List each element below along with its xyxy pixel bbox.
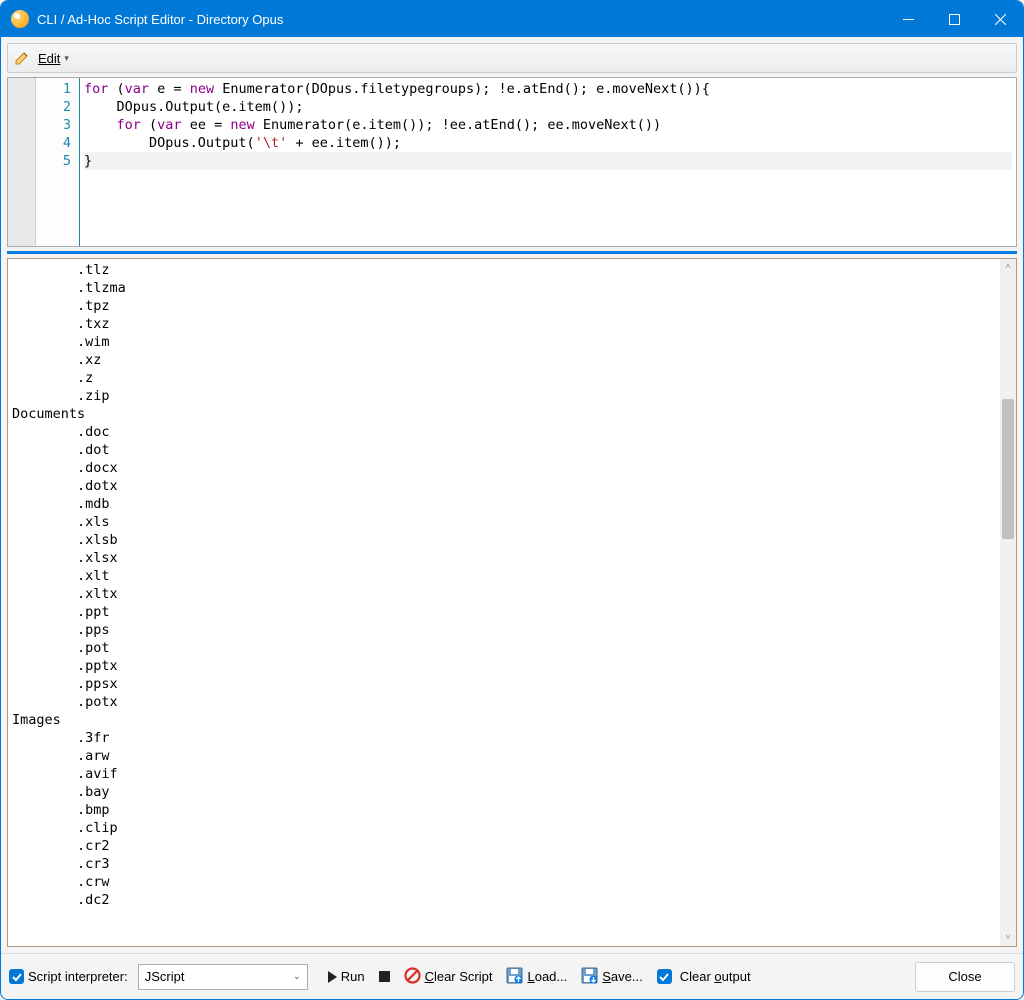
run-button[interactable]: Run — [328, 969, 365, 984]
output-text: .tlz .tlzma .tpz .txz .wim .xz .z .zip D… — [8, 259, 1000, 946]
output-pane[interactable]: .tlz .tlzma .tpz .txz .wim .xz .z .zip D… — [7, 258, 1017, 947]
disk-load-icon — [506, 967, 523, 987]
clear-script-label: Clear Script — [425, 969, 493, 984]
chevron-down-icon: ▾ — [64, 53, 69, 64]
output-scrollbar[interactable]: ˄ ˅ — [1000, 259, 1016, 946]
clear-script-button[interactable]: Clear Script — [404, 967, 493, 987]
edit-menu-label: Edit — [38, 51, 60, 66]
interpreter-select[interactable]: JScript ⌄ — [138, 964, 308, 990]
edit-menu[interactable]: Edit ▾ — [34, 49, 73, 68]
close-label: Close — [948, 969, 981, 984]
save-button[interactable]: Save... — [581, 967, 642, 987]
window-title: CLI / Ad-Hoc Script Editor - Directory O… — [37, 12, 885, 27]
window-controls — [885, 1, 1023, 37]
clear-output-button[interactable]: Clear output — [657, 969, 751, 984]
stop-icon — [379, 971, 390, 982]
minimize-button[interactable] — [885, 1, 931, 37]
load-label: Load... — [527, 969, 567, 984]
fold-gutter — [8, 78, 36, 246]
pane-separator[interactable] — [7, 251, 1017, 254]
play-icon — [328, 971, 337, 983]
pencil-icon — [14, 50, 30, 66]
action-buttons: Run Clear Script Load... Save... Clear o… — [328, 967, 751, 987]
app-window: CLI / Ad-Hoc Script Editor - Directory O… — [0, 0, 1024, 1000]
line-numbers: 12345 — [36, 78, 80, 246]
editor-toolbar: Edit ▾ — [7, 43, 1017, 73]
content-area: Edit ▾ 12345 for (var e = new Enumerator… — [1, 37, 1023, 953]
interpreter-checkbox[interactable] — [9, 969, 24, 984]
close-window-button[interactable] — [977, 1, 1023, 37]
scroll-down-icon[interactable]: ˅ — [1000, 930, 1016, 946]
scroll-up-icon[interactable]: ˄ — [1000, 259, 1016, 275]
app-icon — [11, 10, 29, 28]
chevron-down-icon: ⌄ — [293, 971, 301, 982]
stop-button[interactable] — [379, 971, 390, 982]
load-button[interactable]: Load... — [506, 967, 567, 987]
scroll-thumb[interactable] — [1002, 399, 1014, 539]
interpreter-value: JScript — [145, 969, 185, 984]
interpreter-label: Script interpreter: — [28, 969, 128, 984]
code-editor[interactable]: 12345 for (var e = new Enumerator(DOpus.… — [7, 77, 1017, 247]
bottom-toolbar: Script interpreter: JScript ⌄ Run Clear … — [1, 953, 1023, 999]
run-label: Run — [341, 969, 365, 984]
code-content[interactable]: for (var e = new Enumerator(DOpus.filety… — [80, 78, 1016, 246]
clear-output-checkbox[interactable] — [657, 969, 672, 984]
editor-gutter: 12345 — [8, 78, 80, 246]
disk-save-icon — [581, 967, 598, 987]
clear-output-label: Clear output — [680, 969, 751, 984]
interpreter-group: Script interpreter: — [9, 969, 128, 984]
prohibit-icon — [404, 967, 421, 987]
maximize-button[interactable] — [931, 1, 977, 37]
titlebar: CLI / Ad-Hoc Script Editor - Directory O… — [1, 1, 1023, 37]
close-button[interactable]: Close — [915, 962, 1015, 992]
save-label: Save... — [602, 969, 642, 984]
